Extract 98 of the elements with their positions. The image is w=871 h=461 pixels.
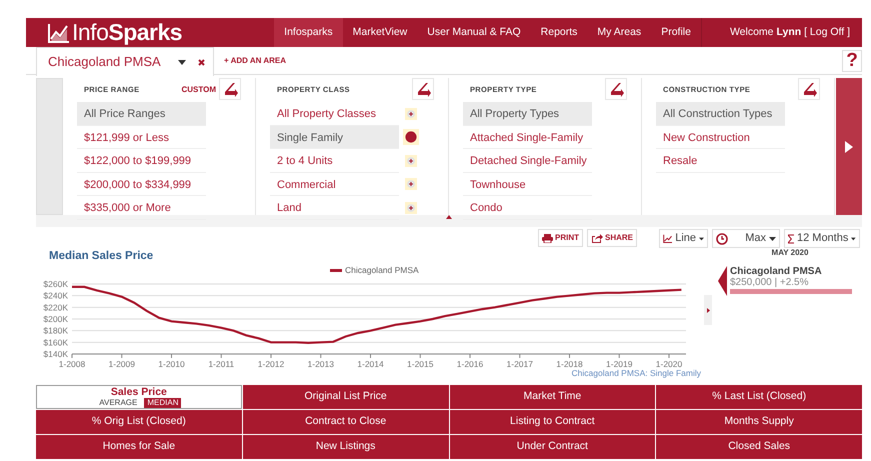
caret-icon: [769, 236, 776, 240]
metric-label: Sales Price: [110, 386, 167, 398]
range-dropdown[interactable]: Max: [712, 229, 780, 248]
right-arrow-icon: [845, 140, 853, 152]
logo-text: InfoSparks: [72, 19, 182, 45]
filter-option[interactable]: All Price Ranges: [77, 102, 206, 126]
nav-link[interactable]: MarketView: [342, 18, 418, 47]
filter-option[interactable]: New Construction: [656, 126, 785, 149]
filter-option[interactable]: 2 to 4 Units: [270, 149, 399, 172]
chart-title: Median Sales Price: [48, 249, 154, 263]
logo-chart-icon: [48, 23, 70, 43]
printer-icon: [542, 234, 553, 242]
filter-option[interactable]: Resale: [656, 149, 785, 172]
metric-option[interactable]: AVERAGE: [96, 398, 140, 408]
caret-icon: [178, 60, 186, 64]
filter-option[interactable]: Commercial: [270, 172, 399, 196]
x-tick-label: 1-2016: [456, 359, 484, 369]
y-tick-label: $260K: [43, 279, 68, 289]
expand-tab[interactable]: [704, 295, 712, 325]
print-button[interactable]: PRINT: [538, 229, 583, 247]
filter-option[interactable]: All Construction Types: [656, 102, 785, 126]
metric-tab[interactable]: New Listings: [242, 435, 448, 459]
caret-icon: [851, 236, 856, 240]
metric-tab[interactable]: Contract to Close: [242, 410, 448, 434]
pivot-icon: [608, 81, 624, 97]
filter-option[interactable]: Townhouse: [463, 172, 592, 196]
legend-swatch: [330, 269, 342, 272]
share-button[interactable]: SHARE: [586, 229, 637, 247]
chart-type-dropdown[interactable]: Line: [659, 229, 708, 248]
add-area-link[interactable]: + ADD AN AREA: [214, 47, 296, 75]
period-dropdown[interactable]: 12 Months: [784, 229, 860, 248]
x-tick-label: 1-2012: [258, 359, 284, 369]
metric-tab[interactable]: Market Time: [450, 385, 656, 409]
filter-option[interactable]: $200,000 to $334,999: [77, 172, 206, 196]
clock-icon: [716, 232, 728, 244]
x-tick-label: 1-2009: [108, 359, 135, 369]
pointer-icon: [718, 266, 727, 296]
x-tick-label: 1-2014: [357, 359, 384, 369]
nav-link[interactable]: Profile: [651, 18, 701, 47]
share-icon: [590, 233, 603, 243]
legend-label: Chicagoland PMSA: [345, 265, 419, 275]
filter-option[interactable]: $121,999 or Less: [77, 126, 206, 149]
pivot-button[interactable]: [605, 78, 627, 100]
y-tick-label: $220K: [43, 302, 68, 312]
x-tick-label: 1-2018: [556, 359, 583, 369]
area-name: Chicagoland PMSA: [48, 53, 161, 72]
metric-tab[interactable]: Original List Price: [242, 385, 448, 409]
filter-option[interactable]: All Property Types: [463, 102, 592, 126]
detail-date: MAY 2020: [770, 247, 810, 259]
collapse-arrow-icon: [446, 215, 452, 219]
metric-tab[interactable]: Closed Sales: [656, 435, 862, 459]
y-tick-label: $160K: [43, 337, 68, 348]
nav-link[interactable]: Reports: [530, 18, 588, 47]
help-button[interactable]: ?: [842, 50, 862, 72]
x-tick-label: 1-2019: [606, 359, 632, 369]
metric-tab[interactable]: Sales Price AVERAGE MEDIAN: [36, 385, 242, 409]
metric-tab[interactable]: Under Contract: [450, 435, 656, 459]
y-tick-label: $180K: [43, 326, 68, 336]
pivot-button[interactable]: [412, 78, 434, 100]
pivot-icon: [222, 81, 238, 97]
x-tick-label: 1-2015: [407, 359, 434, 369]
x-tick-label: 1-2010: [158, 359, 185, 369]
nav-link[interactable]: Infosparks: [274, 18, 343, 47]
sigma-icon: [788, 232, 794, 244]
nav-link[interactable]: My Areas: [587, 18, 652, 47]
y-tick-label: $140K: [43, 349, 68, 359]
metric-tab[interactable]: Listing to Contract: [450, 410, 656, 434]
x-tick-label: 1-2013: [308, 359, 334, 369]
welcome-text: Welcome Lynn [ Log Off ]: [700, 18, 862, 47]
line-chart-icon: [663, 232, 672, 244]
detail-name: Chicagoland PMSA: [730, 266, 823, 277]
custom-link[interactable]: CUSTOM: [181, 78, 216, 102]
x-tick-label: 1-2020: [656, 359, 682, 369]
pivot-button[interactable]: [219, 78, 241, 100]
y-tick-label: $240K: [43, 290, 68, 301]
x-tick-label: 1-2008: [58, 359, 86, 369]
x-tick-label: 1-2011: [208, 359, 234, 369]
close-icon: [198, 58, 205, 66]
detail-value: $250,000 | +2.5%: [730, 277, 810, 288]
x-tick-label: 1-2017: [506, 359, 533, 369]
filter-option[interactable]: Detached Single-Family: [463, 149, 592, 172]
y-tick-label: $200K: [43, 314, 68, 324]
pivot-icon: [415, 81, 431, 97]
area-tab[interactable]: Chicagoland PMSA: [36, 47, 214, 76]
metric-tab[interactable]: % Orig List (Closed): [36, 410, 242, 434]
metric-tab[interactable]: Months Supply: [656, 410, 862, 434]
filter-option[interactable]: $122,000 to $199,999: [77, 149, 206, 172]
filter-option[interactable]: Single Family: [270, 126, 399, 149]
chart-footnote: Chicagoland PMSA: Single Family: [572, 368, 701, 378]
metric-option[interactable]: MEDIAN: [144, 398, 182, 408]
filter-option[interactable]: Attached Single-Family: [463, 126, 592, 149]
right-arrow-icon: [706, 308, 710, 312]
pivot-icon: [801, 81, 817, 97]
metric-tab[interactable]: Homes for Sale: [36, 435, 242, 459]
metric-tab[interactable]: % Last List (Closed): [656, 385, 862, 409]
caret-icon: [699, 236, 704, 240]
nav-link[interactable]: User Manual & FAQ: [417, 18, 531, 47]
pivot-button[interactable]: [798, 78, 820, 100]
